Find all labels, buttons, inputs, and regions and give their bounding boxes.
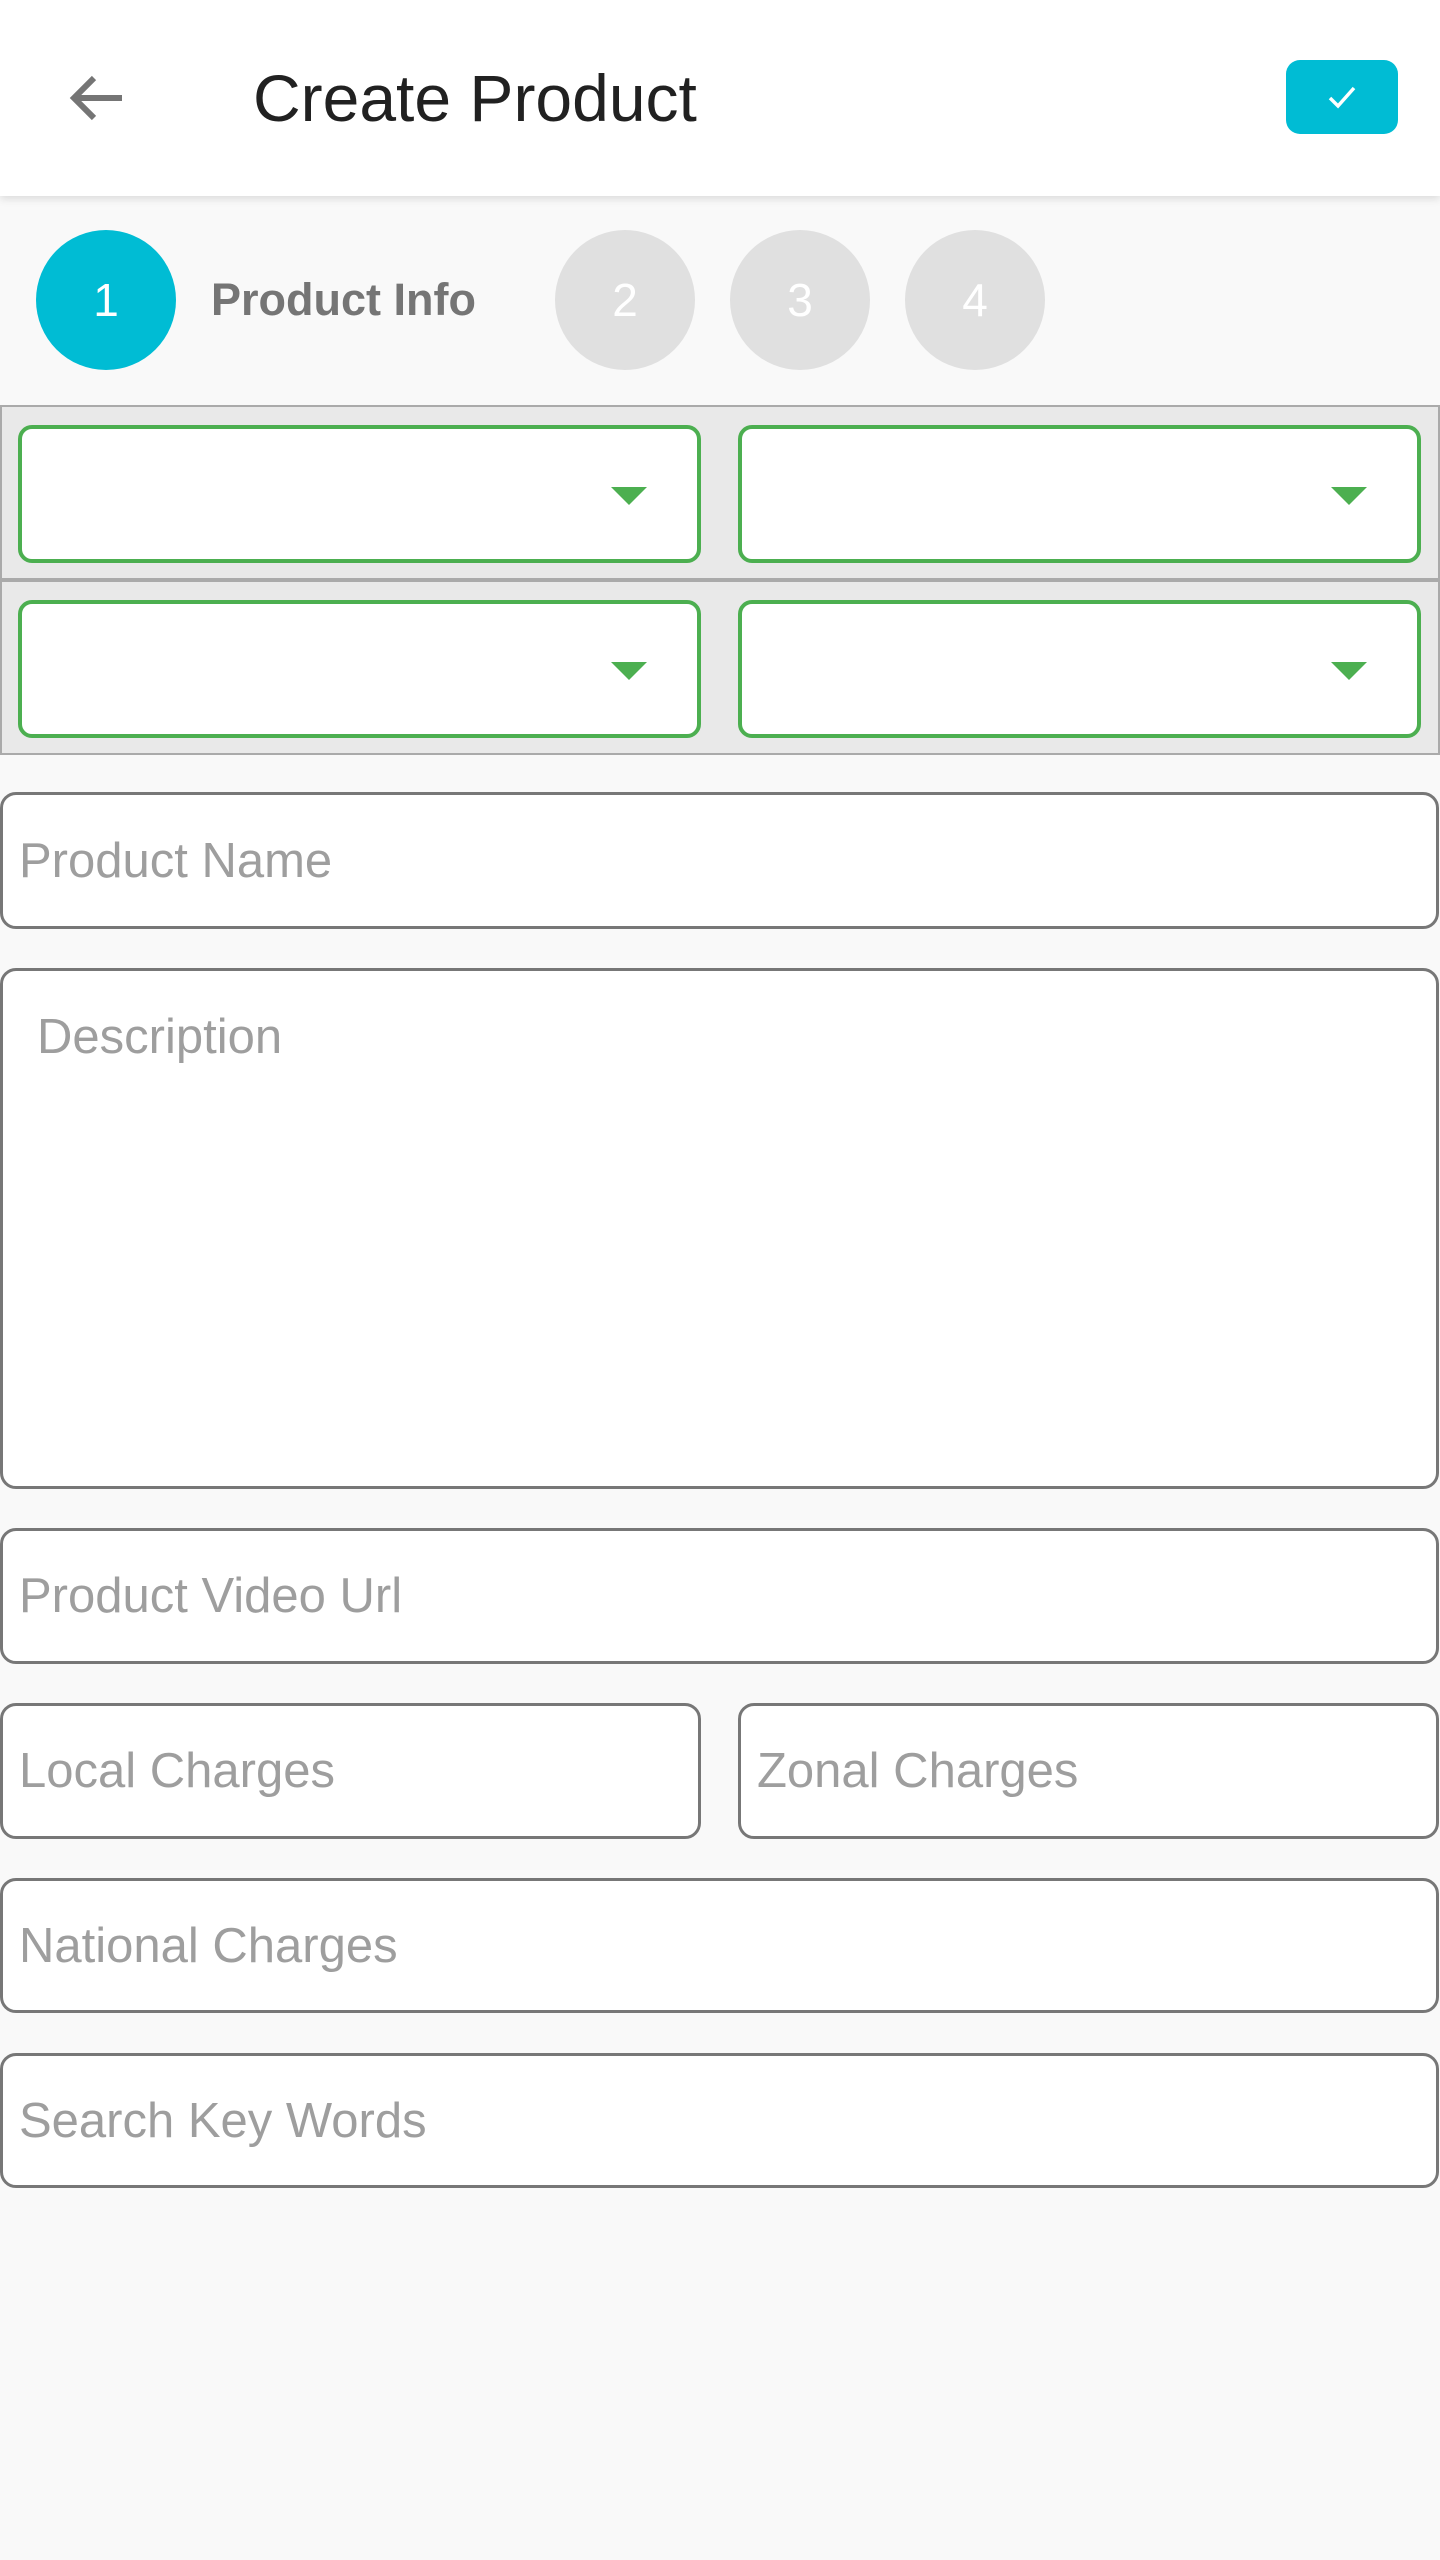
dropdown-arrow-icon xyxy=(1331,487,1367,505)
national-charges-input[interactable] xyxy=(0,1878,1439,2013)
step-2[interactable]: 2 xyxy=(555,230,695,370)
dropdown-row-1 xyxy=(0,405,1440,580)
step-1-label: Product Info xyxy=(211,274,476,325)
dropdown-arrow-icon xyxy=(611,487,647,505)
zonal-charges-input[interactable] xyxy=(738,1703,1439,1839)
dropdown-arrow-icon xyxy=(1331,662,1367,680)
product-name-input[interactable] xyxy=(0,792,1439,929)
step-4[interactable]: 4 xyxy=(905,230,1045,370)
back-button[interactable] xyxy=(58,58,138,138)
video-url-input[interactable] xyxy=(0,1528,1439,1664)
dropdown-4[interactable] xyxy=(738,600,1421,738)
save-button[interactable] xyxy=(1286,60,1398,134)
app-bar: Create Product xyxy=(0,0,1440,196)
dropdown-3[interactable] xyxy=(18,600,701,738)
step-3[interactable]: 3 xyxy=(730,230,870,370)
dropdown-2[interactable] xyxy=(738,425,1421,563)
step-1[interactable]: 1 xyxy=(36,230,176,370)
page-title: Create Product xyxy=(253,61,697,135)
check-icon xyxy=(1328,86,1356,109)
arrow-left-icon xyxy=(69,75,122,121)
dropdown-1[interactable] xyxy=(18,425,701,563)
stepper: 1 Product Info 2 3 4 xyxy=(0,230,1440,370)
search-keywords-input[interactable] xyxy=(0,2053,1439,2188)
dropdown-arrow-icon xyxy=(611,662,647,680)
dropdown-row-2 xyxy=(0,580,1440,755)
description-input[interactable] xyxy=(0,968,1439,1489)
local-charges-input[interactable] xyxy=(0,1703,701,1839)
